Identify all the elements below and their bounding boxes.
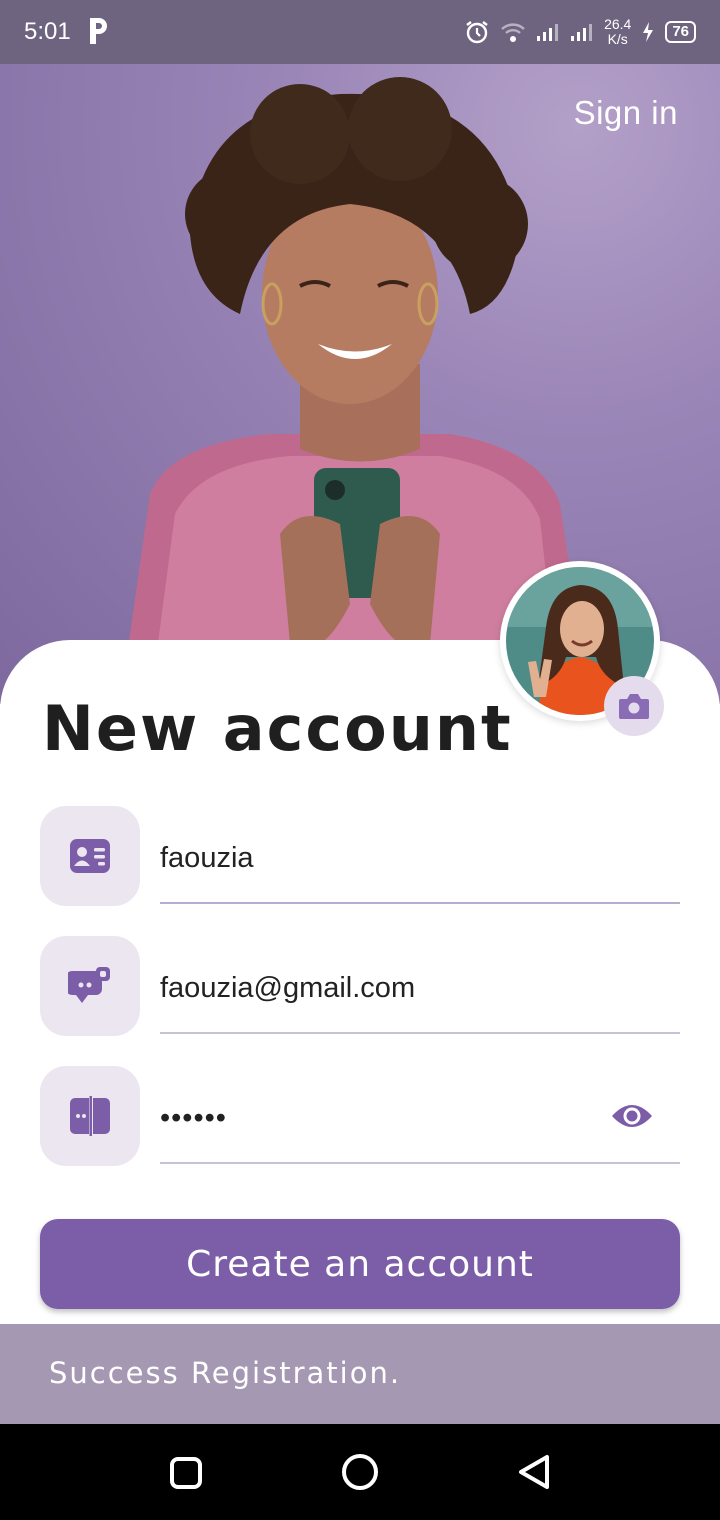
status-time: 5:01 — [24, 18, 71, 45]
eye-icon[interactable] — [610, 1096, 654, 1136]
network-speed-value: 26.4 — [604, 16, 632, 32]
email-input[interactable] — [160, 958, 680, 1018]
signal-icon-1 — [537, 24, 559, 41]
change-photo-button[interactable] — [604, 676, 664, 736]
password-input-underline — [160, 1162, 680, 1164]
name-field-icon-box — [40, 806, 140, 906]
sign-in-link[interactable]: Sign in — [574, 94, 678, 132]
name-input[interactable] — [160, 828, 680, 888]
battery-indicator: 76 — [665, 21, 696, 43]
email-input-underline — [160, 1032, 680, 1034]
charging-icon — [643, 22, 654, 42]
page-title: New account — [42, 692, 513, 765]
alarm-icon — [466, 21, 488, 44]
recent-apps-icon[interactable] — [161, 1448, 211, 1498]
email-field-icon-box — [40, 936, 140, 1036]
chat-bubble-icon — [68, 967, 110, 1003]
name-input-underline — [160, 902, 680, 904]
status-bar: 5:01 26.4 K/s 76 — [0, 0, 720, 64]
signal-icon-2 — [571, 24, 593, 41]
network-speed-unit: K/s — [607, 31, 628, 47]
contact-card-icon — [70, 839, 110, 873]
create-account-button[interactable]: Create an account — [40, 1219, 680, 1309]
password-field-icon-box — [40, 1066, 140, 1166]
wifi-icon — [501, 23, 525, 42]
home-icon[interactable] — [335, 1448, 385, 1498]
password-input[interactable] — [160, 1088, 600, 1148]
snackbar-message: Success Registration. — [49, 1356, 402, 1390]
camera-icon — [619, 694, 649, 719]
book-icon — [70, 1096, 110, 1136]
parking-app-icon — [90, 18, 107, 44]
network-speed: 26.4 K/s — [604, 17, 631, 47]
back-icon[interactable] — [509, 1448, 559, 1498]
